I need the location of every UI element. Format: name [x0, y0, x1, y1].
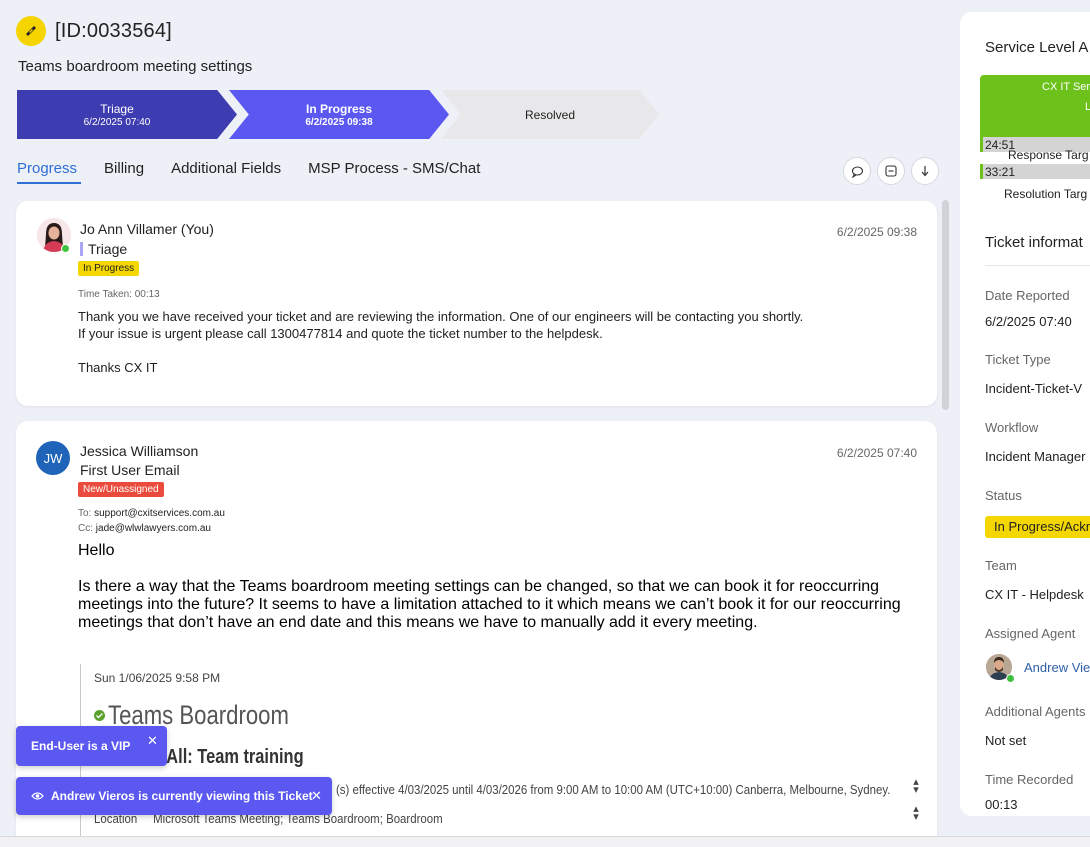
viewing-toast-text: Andrew Vieros is currently viewing this …: [51, 789, 313, 803]
close-icon[interactable]: ✕: [147, 733, 158, 749]
eye-icon: [31, 792, 44, 800]
horizontal-scrollbar[interactable]: [0, 836, 1090, 847]
accepted-check-icon: [94, 710, 105, 721]
collapse-button[interactable]: [877, 157, 905, 185]
online-status-icon: [61, 244, 70, 253]
resolution-timer-fill: [980, 164, 983, 179]
sla-header: CX IT Ser L: [980, 75, 1090, 137]
workflow-label: Workflow: [985, 420, 1039, 435]
time-recorded-label: Time Recorded: [985, 772, 1074, 787]
entry-author: Jessica Williamson: [80, 443, 199, 459]
entry-author: Jo Ann Villamer (You): [80, 221, 214, 237]
to-address[interactable]: support@cxitservices.com.au: [94, 508, 225, 519]
feed-scrollbar[interactable]: [942, 200, 949, 410]
tab-progress[interactable]: Progress: [17, 158, 77, 183]
collapse-icon: [885, 165, 897, 177]
stage-name: In Progress: [305, 101, 373, 116]
assigned-agent-label: Assigned Agent: [985, 626, 1076, 641]
team-label: Team: [985, 558, 1017, 573]
arrow-down-icon: [921, 166, 929, 177]
divider: [985, 265, 1090, 266]
chat-icon: [851, 165, 863, 178]
entry-date: 6/2/2025 09:38: [836, 225, 917, 239]
workflow-value[interactable]: Incident Manager: [985, 449, 1085, 464]
active-tab-indicator: [17, 182, 81, 184]
time-taken: Time Taken: 00:13: [78, 289, 160, 300]
avatar: JW: [36, 441, 70, 475]
email-body-line-2: meetings into the future? It seems to ha…: [78, 596, 901, 613]
resolution-timer-bar: 33:21: [980, 164, 1090, 179]
ticket-id: [ID:0033564]: [55, 20, 172, 42]
cc-label: Cc:: [78, 523, 93, 534]
ticket-icon: [16, 16, 46, 46]
additional-agents-value[interactable]: Not set: [985, 733, 1026, 748]
additional-agents-label: Additional Agents: [985, 704, 1086, 719]
entry-line-1: Thank you we have received your ticket a…: [78, 309, 804, 324]
entry-subject: First User Email: [80, 462, 180, 478]
email-body-line-3: meetings that don’t have an end date and…: [78, 614, 758, 631]
vip-toast: End-User is a VIP ✕: [16, 726, 167, 766]
spin-arrows-icon[interactable]: ▴ ▾: [910, 777, 922, 796]
details-panel: Service Level A CX IT Ser L 24:51 Respon…: [960, 12, 1090, 816]
date-reported-value: 6/2/2025 07:40: [985, 314, 1072, 329]
quoted-sent-date: Sun 1/06/2025 9:58 PM: [94, 671, 221, 685]
status-badge: New/Unassigned: [78, 482, 164, 497]
stage-date: 6/2/2025 09:38: [305, 116, 373, 128]
ticket-subject: Teams boardroom meeting settings: [18, 58, 253, 75]
stage-date: 6/2/2025 07:40: [83, 116, 151, 128]
chat-button[interactable]: [843, 157, 871, 185]
status-badge: In Progress: [78, 261, 140, 276]
tab-additional-fields[interactable]: Additional Fields: [171, 158, 281, 183]
stage-name: Resolved: [524, 107, 576, 122]
status-value[interactable]: In Progress/Ackn: [985, 516, 1090, 538]
cc-address[interactable]: jade@wlwlawyers.com.au: [96, 523, 211, 534]
response-target-label: Response Targ: [1008, 148, 1089, 162]
sort-down-button[interactable]: [911, 157, 939, 185]
tab-msp-process[interactable]: MSP Process - SMS/Chat: [308, 158, 480, 183]
response-timer-fill: [980, 137, 983, 152]
tab-billing[interactable]: Billing: [104, 158, 144, 183]
stage-name: Triage: [100, 101, 134, 116]
ticket-info-title: Ticket informat: [985, 234, 1083, 251]
spin-arrows-icon[interactable]: ▴ ▾: [910, 804, 922, 823]
stage-resolved[interactable]: Resolved: [441, 90, 659, 139]
online-status-icon: [1006, 674, 1015, 683]
status-label: Status: [985, 488, 1022, 503]
email-greeting: Hello: [78, 542, 115, 559]
close-icon[interactable]: ✕: [311, 788, 322, 804]
cc-line: Cc: jade@wlwlawyers.com.au: [78, 523, 211, 534]
to-line: To: support@cxitservices.com.au: [78, 508, 225, 519]
tab-bar: Progress Billing Additional Fields MSP P…: [17, 158, 507, 183]
team-value[interactable]: CX IT - Helpdesk: [985, 587, 1084, 602]
stage-in-progress[interactable]: In Progress 6/2/2025 09:38: [229, 90, 449, 139]
date-reported-label: Date Reported: [985, 288, 1070, 303]
entry-stage: Triage: [80, 242, 127, 256]
entry-signoff: Thanks CX IT: [78, 360, 158, 375]
resolution-timer: 33:21: [985, 165, 1016, 179]
sla-name: CX IT Ser: [1042, 81, 1090, 93]
time-recorded-value: 00:13: [985, 797, 1018, 812]
quoted-meeting: Sun 1/06/2025 9:58 PM Teams Boardroom De…: [80, 664, 930, 847]
assigned-agent-value[interactable]: Andrew Vie: [1024, 660, 1090, 675]
sla-level: L: [1085, 101, 1090, 113]
entry-line-2: If your issue is urgent please call 1300…: [78, 326, 603, 341]
resolution-target-label: Resolution Targ: [1004, 187, 1088, 201]
progress-entry: Jo Ann Villamer (You) Triage In Progress…: [16, 201, 937, 406]
sla-title: Service Level A: [985, 39, 1089, 56]
email-body-line-1: Is there a way that the Teams boardroom …: [78, 578, 880, 595]
ticket-type-label: Ticket Type: [985, 352, 1051, 367]
vip-toast-text: End-User is a VIP: [31, 739, 131, 753]
to-label: To:: [78, 508, 92, 519]
ticket-type-value[interactable]: Incident-Ticket-V: [985, 381, 1082, 396]
quoted-recurrence: (s) effective 4/03/2025 until 4/03/2026 …: [336, 782, 891, 797]
stage-triage[interactable]: Triage 6/2/2025 07:40: [17, 90, 237, 139]
entry-date: 6/2/2025 07:40: [836, 446, 917, 460]
viewing-toast: Andrew Vieros is currently viewing this …: [16, 777, 332, 815]
